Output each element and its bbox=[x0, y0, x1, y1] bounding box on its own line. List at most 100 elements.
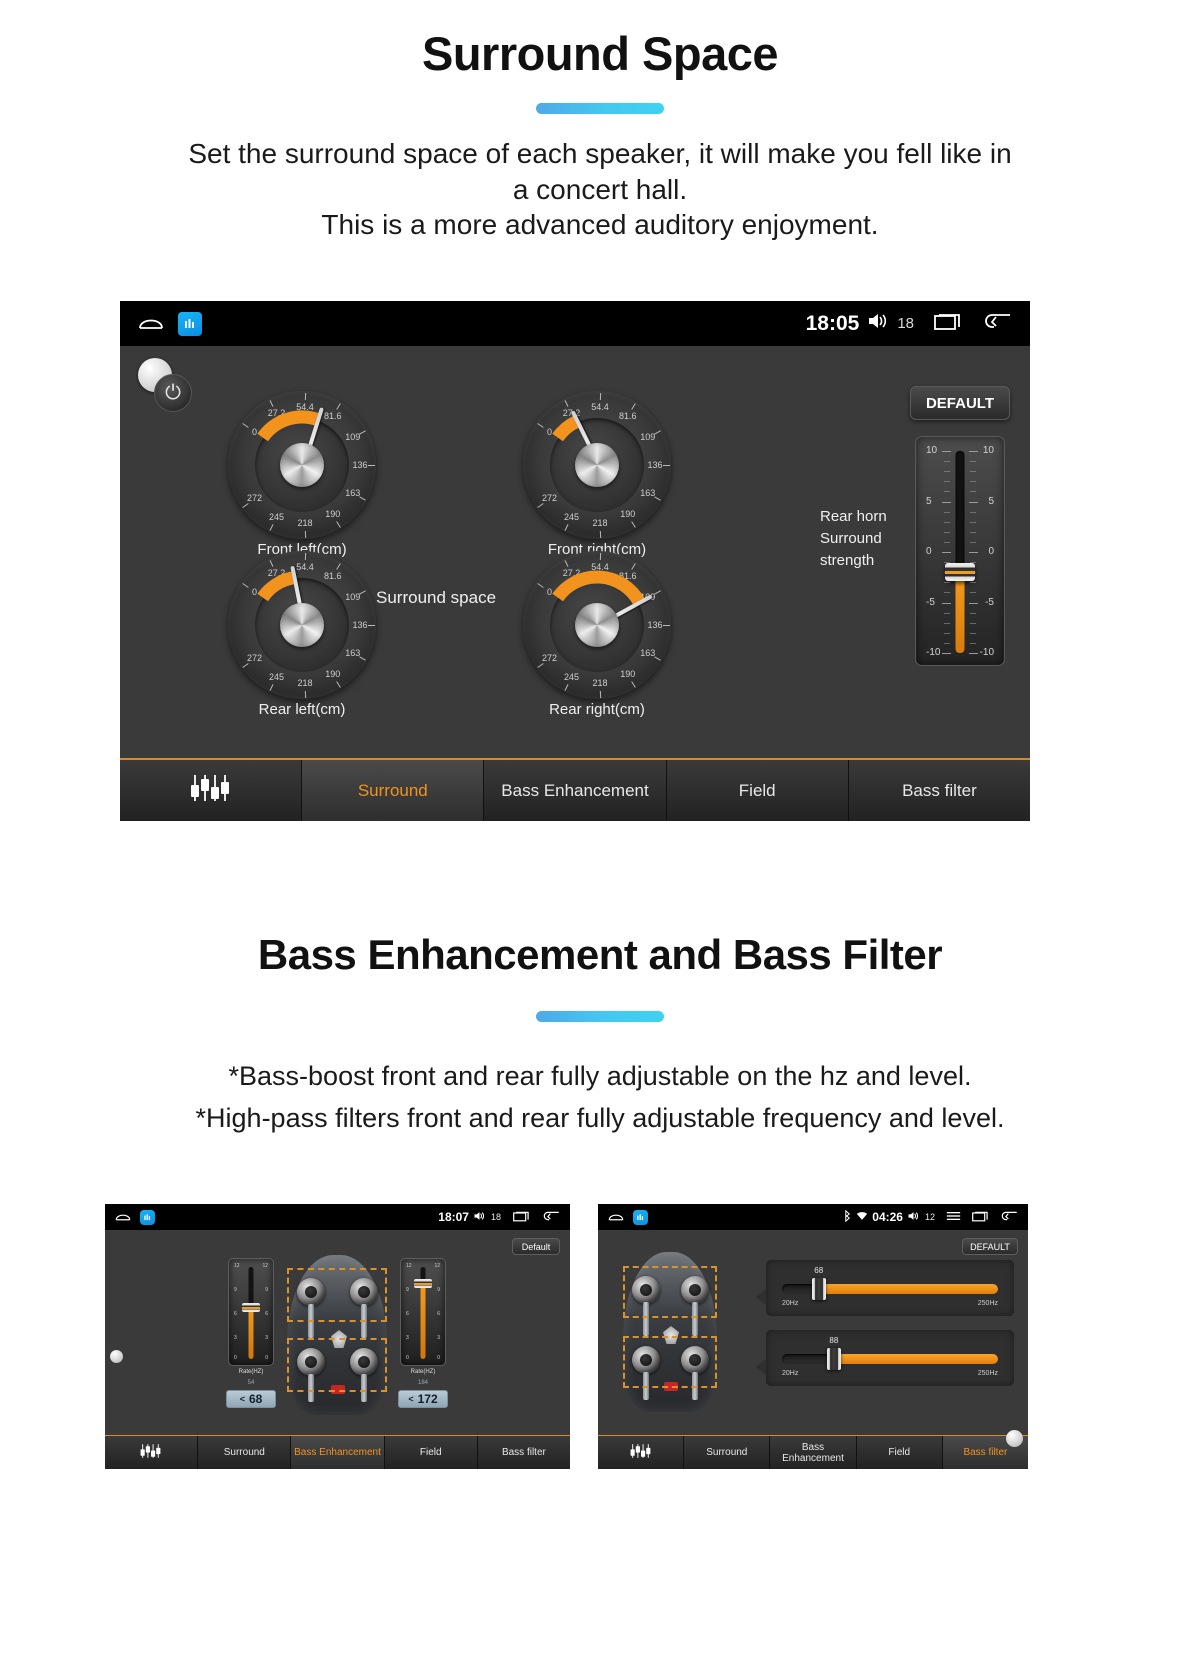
bass-filter-screen: 04:26 12 DEFAULT Bass range bbox=[598, 1204, 1028, 1469]
tab-surround[interactable]: Surround bbox=[302, 760, 485, 821]
back-icon[interactable] bbox=[984, 311, 1012, 337]
audio-app-icon[interactable] bbox=[178, 311, 202, 336]
fader-minor-tick bbox=[970, 471, 976, 473]
front-frequency-number: 68 bbox=[248, 1392, 263, 1406]
status-bar-left: 18:07 18 bbox=[105, 1204, 570, 1230]
fader-fill bbox=[420, 1283, 426, 1359]
recents-icon[interactable] bbox=[972, 1210, 989, 1225]
tab-bass-enhancement[interactable]: Bass Enhancement bbox=[770, 1436, 857, 1469]
back-icon[interactable] bbox=[1001, 1210, 1018, 1225]
home-icon[interactable] bbox=[138, 312, 164, 336]
tab-surround[interactable]: Surround bbox=[684, 1436, 771, 1469]
fader-minor-tick bbox=[944, 541, 950, 543]
boost-value-rear: 184 bbox=[417, 1380, 428, 1386]
tab-bass-enhancement[interactable]: Bass Enhancement bbox=[484, 760, 667, 821]
tab-equalizer[interactable] bbox=[120, 760, 303, 821]
description-line-1: Set the surround space of each speaker, … bbox=[188, 138, 1012, 169]
volume-icon[interactable] bbox=[907, 1210, 920, 1224]
fader-minor-tick bbox=[970, 632, 976, 634]
power-knob[interactable] bbox=[1006, 1430, 1023, 1447]
tab-equalizer[interactable] bbox=[105, 1436, 199, 1469]
knob-hub[interactable] bbox=[575, 603, 619, 647]
clock: 18:07 bbox=[438, 1210, 469, 1224]
tab-bass-filter[interactable]: Bass filter bbox=[477, 1436, 570, 1469]
scale-6-left: 6 bbox=[234, 1311, 237, 1317]
fader-minor-tick bbox=[970, 531, 976, 533]
fader-minor-tick bbox=[944, 642, 950, 644]
tab-bass-enhancement[interactable]: Bass Enhancement bbox=[291, 1436, 385, 1469]
fader-scale-left: 5 bbox=[926, 495, 932, 507]
fader-handle[interactable] bbox=[414, 1279, 432, 1288]
fader-minor-tick bbox=[944, 592, 950, 594]
volume-icon[interactable] bbox=[867, 312, 889, 336]
power-button[interactable]: ⏻ bbox=[138, 358, 192, 412]
back-icon[interactable] bbox=[543, 1210, 560, 1225]
tab-field[interactable]: Field bbox=[856, 1436, 943, 1469]
front-bass-fader[interactable]: 12 12 9 9 6 6 3 3 0 0 bbox=[228, 1258, 274, 1366]
fader-tick bbox=[942, 653, 951, 654]
front-frequency-value[interactable]: < 68 bbox=[226, 1390, 276, 1408]
fader-minor-tick bbox=[944, 481, 950, 483]
recents-icon[interactable] bbox=[934, 311, 962, 337]
chevron-left-icon[interactable]: < bbox=[408, 1394, 413, 1404]
knob-caption: Rear left(cm) bbox=[258, 701, 346, 718]
fader-minor-tick bbox=[944, 632, 950, 634]
tab-field[interactable]: Field bbox=[666, 760, 849, 821]
slider-handle[interactable] bbox=[811, 1278, 826, 1300]
fader-scale-left: 0 bbox=[926, 546, 932, 557]
knob-hub[interactable] bbox=[280, 603, 324, 647]
audio-app-icon[interactable] bbox=[140, 1209, 155, 1225]
rear-zone-box[interactable] bbox=[287, 1338, 387, 1392]
recents-icon[interactable] bbox=[513, 1210, 530, 1225]
chevron-left-icon[interactable]: < bbox=[240, 1394, 245, 1404]
rear-slider-value: 88 bbox=[829, 1336, 839, 1345]
audio-app-icon[interactable] bbox=[633, 1209, 648, 1225]
rear-horn-line-2: Surround bbox=[820, 529, 882, 547]
equalizer-icon bbox=[629, 1443, 653, 1462]
front-zone-box[interactable] bbox=[287, 1268, 387, 1322]
knob-hub[interactable] bbox=[575, 443, 619, 487]
fader-minor-tick bbox=[970, 521, 976, 523]
status-bar-right: 04:26 12 bbox=[598, 1204, 1028, 1230]
scale-9-right: 9 bbox=[265, 1287, 268, 1293]
rear-frequency-value[interactable]: < 172 bbox=[398, 1390, 448, 1408]
rear-bass-range-slider[interactable]: 88 20Hz 250Hz bbox=[766, 1330, 1014, 1386]
rear-horn-strength-fader[interactable]: 10 10 5 5 0 0 -5 -5 -10 -10 bbox=[915, 436, 1005, 666]
knob-front-left[interactable]: 0 27.2 54.4 81.6 109 136 163 190 218 245 272 Front … bbox=[228, 391, 376, 558]
tab-equalizer[interactable] bbox=[598, 1436, 685, 1469]
front-zone-box[interactable] bbox=[623, 1266, 717, 1318]
bass-enhancement-screen: 18:07 18 Default 12 12 9 9 6 6 3 3 0 0 R… bbox=[105, 1204, 570, 1469]
tab-bar-left: Surround Bass Enhancement Field Bass fil… bbox=[105, 1435, 570, 1469]
home-icon[interactable] bbox=[115, 1210, 131, 1224]
tab-bass-filter[interactable]: Bass filter bbox=[848, 760, 1030, 821]
default-button[interactable]: DEFAULT bbox=[910, 386, 1010, 420]
slider-fill bbox=[818, 1284, 998, 1294]
fader-scale-left: 10 bbox=[926, 445, 938, 456]
fader-handle[interactable] bbox=[242, 1303, 260, 1312]
fader-minor-tick bbox=[970, 572, 976, 574]
knob-rear-left[interactable]: 0 27.2 54.4 81.6 109 136 163 190 218 245 272 Rear l… bbox=[228, 551, 376, 718]
tab-surround[interactable]: Surround bbox=[198, 1436, 292, 1469]
default-button[interactable]: DEFAULT bbox=[962, 1238, 1018, 1255]
fader-minor-tick bbox=[944, 572, 950, 574]
tab-field[interactable]: Field bbox=[384, 1436, 478, 1469]
clock: 18:05 bbox=[805, 311, 860, 335]
knob-front-right[interactable]: 027.254.481.6109136163190218245272Front … bbox=[523, 391, 671, 558]
power-knob[interactable] bbox=[110, 1350, 123, 1363]
title-divider-2 bbox=[0, 1011, 1200, 1022]
slider-handle[interactable] bbox=[826, 1348, 841, 1370]
rear-bass-fader[interactable]: 12 12 9 9 6 6 3 3 0 0 bbox=[400, 1258, 446, 1366]
scale-12-right: 12 bbox=[262, 1263, 268, 1269]
knob-rear-right[interactable]: 027.254.481.6109136163190218245272Rear r… bbox=[523, 551, 671, 718]
volume-icon[interactable] bbox=[473, 1210, 486, 1224]
default-button[interactable]: Default bbox=[512, 1238, 560, 1255]
menu-icon[interactable] bbox=[946, 1210, 961, 1225]
power-icon[interactable]: ⏻ bbox=[154, 374, 192, 412]
front-bass-range-slider[interactable]: 68 20Hz 250Hz bbox=[766, 1260, 1014, 1316]
home-icon[interactable] bbox=[608, 1210, 624, 1224]
tab-bar-right: Surround Bass Enhancement Field Bass fil… bbox=[598, 1435, 1028, 1469]
knob-hub[interactable] bbox=[280, 443, 324, 487]
fader-scale-right: 10 bbox=[982, 445, 994, 456]
volume-level: 18 bbox=[490, 1212, 501, 1222]
rear-zone-box[interactable] bbox=[623, 1336, 717, 1388]
